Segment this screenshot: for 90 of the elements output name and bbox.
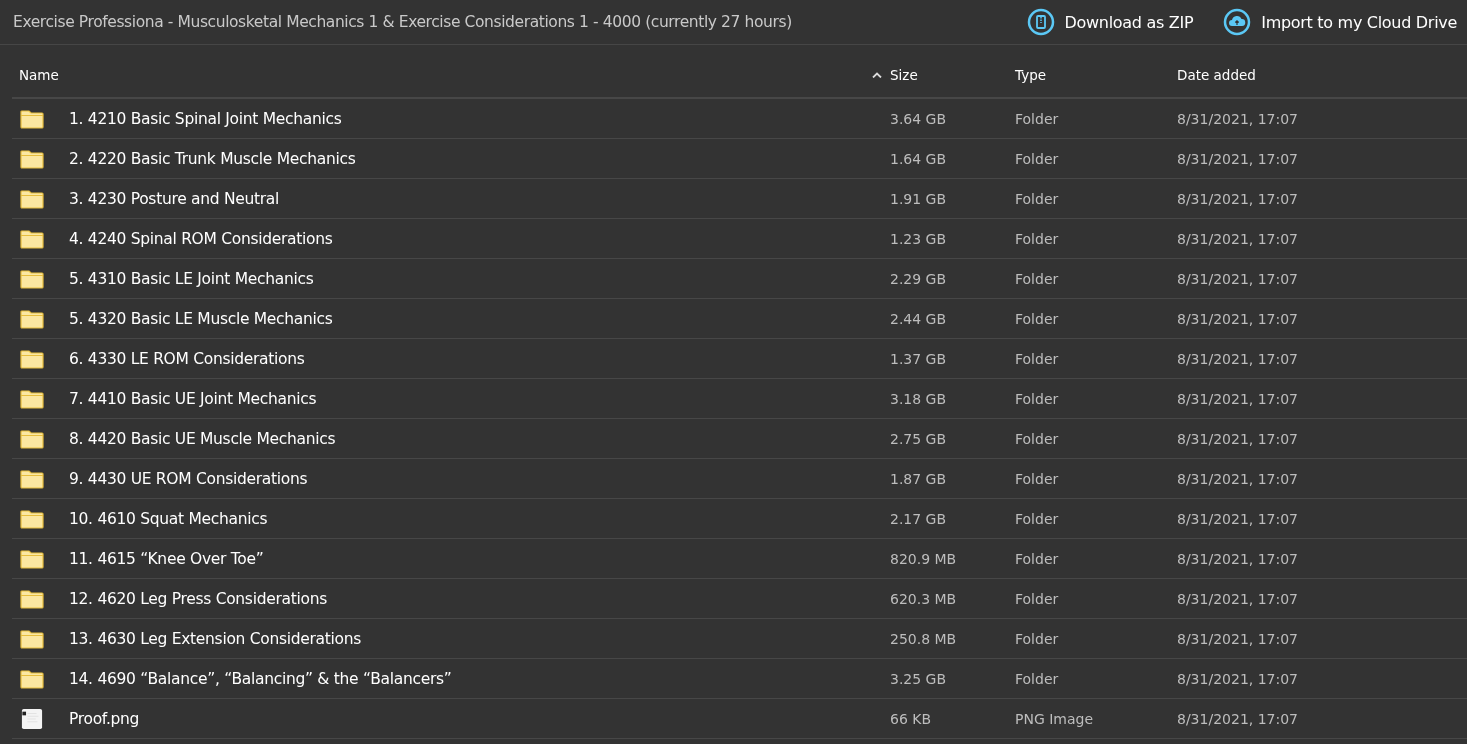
file-size: 3.18 GB	[890, 390, 947, 407]
folder-icon	[20, 267, 44, 290]
date-added: 8/31/2021, 17:07	[1177, 710, 1299, 727]
file-type: Folder	[1015, 230, 1059, 247]
file-size: 66 KB	[890, 710, 932, 727]
file-size: 620.3 MB	[890, 590, 957, 607]
date-added: 8/31/2021, 17:07	[1177, 430, 1299, 447]
image-file-icon	[20, 707, 44, 730]
file-type: Folder	[1015, 110, 1059, 127]
folder-icon	[20, 387, 44, 410]
file-size: 2.29 GB	[890, 270, 947, 287]
file-name[interactable]: 8. 4420 Basic UE Muscle Mechanics	[69, 429, 336, 448]
folder-icon	[20, 627, 44, 650]
file-name[interactable]: 1. 4210 Basic Spinal Joint Mechanics	[69, 109, 342, 128]
file-type: Folder	[1015, 670, 1059, 687]
file-type: Folder	[1015, 190, 1059, 207]
file-size: 250.8 MB	[890, 630, 957, 647]
file-size: 1.37 GB	[890, 350, 947, 367]
file-name[interactable]: 9. 4430 UE ROM Considerations	[69, 469, 308, 488]
file-name[interactable]: 11. 4615 “Knee Over Toe”	[69, 549, 264, 568]
date-added: 8/31/2021, 17:07	[1177, 510, 1299, 527]
file-size: 1.91 GB	[890, 190, 947, 207]
date-added: 8/31/2021, 17:07	[1177, 350, 1299, 367]
file-name[interactable]: 10. 4610 Squat Mechanics	[69, 509, 268, 528]
file-name[interactable]: 4. 4240 Spinal ROM Considerations	[69, 229, 333, 248]
file-name[interactable]: 3. 4230 Posture and Neutral	[69, 189, 280, 208]
column-header[interactable]: Date added	[1177, 67, 1256, 83]
cloud-upload-icon	[1223, 8, 1252, 36]
folder-icon	[20, 187, 44, 210]
file-type: Folder	[1015, 510, 1059, 527]
folder-icon	[20, 507, 44, 530]
folder-icon	[20, 347, 44, 370]
file-size: 1.64 GB	[890, 150, 947, 167]
date-added: 8/31/2021, 17:07	[1177, 190, 1299, 207]
file-name[interactable]: 5. 4320 Basic LE Muscle Mechanics	[69, 309, 333, 328]
file-type: PNG Image	[1015, 710, 1094, 727]
file-size: 2.75 GB	[890, 430, 947, 447]
folder-icon	[20, 107, 44, 130]
file-size: 820.9 MB	[890, 550, 957, 567]
date-added: 8/31/2021, 17:07	[1177, 150, 1299, 167]
file-name[interactable]: 2. 4220 Basic Trunk Muscle Mechanics	[69, 149, 356, 168]
file-type: Folder	[1015, 550, 1059, 567]
file-name[interactable]: 14. 4690 “Balance”, “Balancing” & the “Balancers”	[69, 669, 452, 688]
file-type: Folder	[1015, 270, 1059, 287]
file-name[interactable]: Proof.png	[69, 709, 140, 728]
folder-icon	[20, 547, 44, 570]
sort-caret-icon[interactable]	[872, 72, 882, 78]
file-type: Folder	[1015, 430, 1059, 447]
date-added: 8/31/2021, 17:07	[1177, 670, 1299, 687]
file-type: Folder	[1015, 590, 1059, 607]
file-name[interactable]: 6. 4330 LE ROM Considerations	[69, 349, 305, 368]
file-type: Folder	[1015, 350, 1059, 367]
folder-icon	[20, 307, 44, 330]
folder-icon	[20, 667, 44, 690]
folder-icon	[20, 427, 44, 450]
date-added: 8/31/2021, 17:07	[1177, 230, 1299, 247]
file-name[interactable]: 12. 4620 Leg Press Considerations	[69, 589, 327, 608]
download-zip-link[interactable]: Download as ZIP	[1026, 8, 1194, 36]
folder-icon	[20, 467, 44, 490]
file-type: Folder	[1015, 150, 1059, 167]
file-type: Folder	[1015, 390, 1059, 407]
folder-icon	[20, 227, 44, 250]
file-name[interactable]: 7. 4410 Basic UE Joint Mechanics	[69, 389, 317, 408]
folder-icon	[20, 147, 44, 170]
date-added: 8/31/2021, 17:07	[1177, 310, 1299, 327]
file-type: Folder	[1015, 310, 1059, 327]
date-added: 8/31/2021, 17:07	[1177, 550, 1299, 567]
file-size: 3.64 GB	[890, 110, 947, 127]
import-cloud-link[interactable]: Import to my Cloud Drive	[1223, 8, 1457, 36]
date-added: 8/31/2021, 17:07	[1177, 470, 1299, 487]
date-added: 8/31/2021, 17:07	[1177, 270, 1299, 287]
column-header[interactable]: Size	[890, 67, 918, 83]
zip-file-icon	[1026, 8, 1055, 36]
date-added: 8/31/2021, 17:07	[1177, 110, 1299, 127]
folder-title: Exercise Professiona - Musculosketal Mechanics 1 & Exercise Considerations 1 - 4000 (currently 27 hours)	[13, 13, 792, 31]
file-size: 1.87 GB	[890, 470, 947, 487]
date-added: 8/31/2021, 17:07	[1177, 590, 1299, 607]
column-header[interactable]: Name	[19, 67, 59, 83]
folder-icon	[20, 587, 44, 610]
column-header[interactable]: Type	[1015, 67, 1046, 83]
file-type: Folder	[1015, 630, 1059, 647]
file-size: 2.44 GB	[890, 310, 947, 327]
file-name[interactable]: 13. 4630 Leg Extension Considerations	[69, 629, 362, 648]
file-size: 1.23 GB	[890, 230, 947, 247]
file-size: 2.17 GB	[890, 510, 947, 527]
file-name[interactable]: 5. 4310 Basic LE Joint Mechanics	[69, 269, 314, 288]
file-size: 3.25 GB	[890, 670, 947, 687]
file-type: Folder	[1015, 470, 1059, 487]
date-added: 8/31/2021, 17:07	[1177, 390, 1299, 407]
date-added: 8/31/2021, 17:07	[1177, 630, 1299, 647]
